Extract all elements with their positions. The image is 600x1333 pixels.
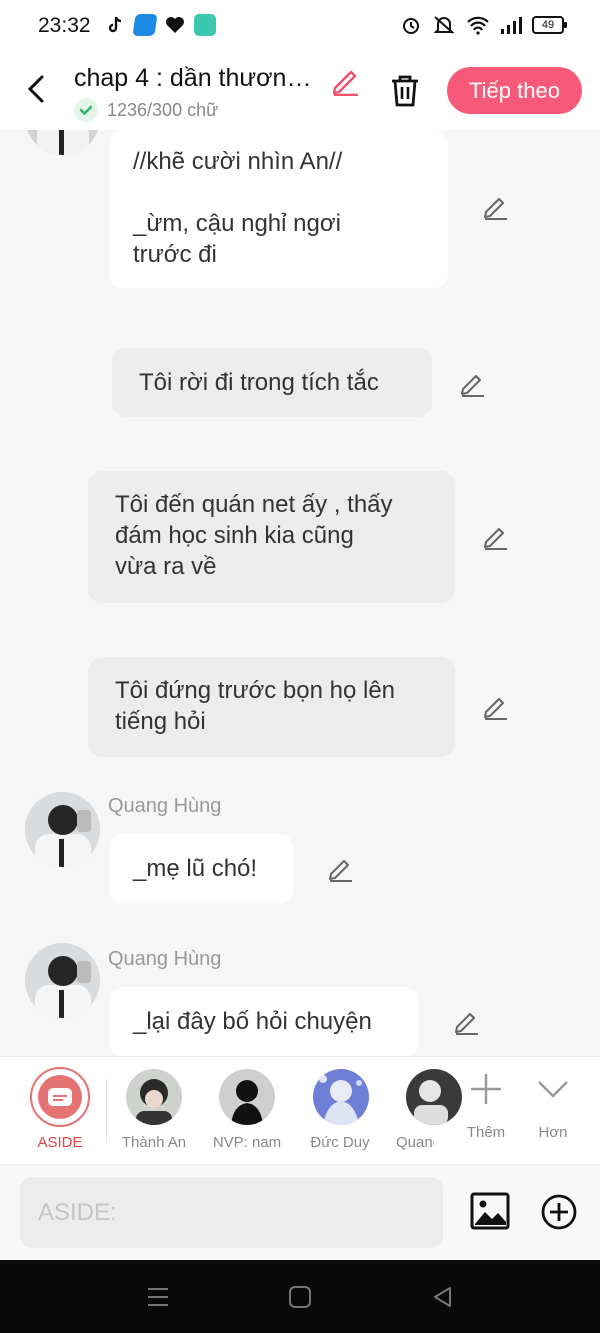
signal-icon [501,17,522,34]
message-text: //khẽ cười nhìn An// _ừm, cậu nghỉ ngơi … [133,148,343,268]
message-text: _mẹ lũ chó! [133,855,258,882]
image-icon[interactable] [470,1192,510,1230]
narration-bubble[interactable]: Tôi rời đi trong tích tắc [112,348,432,417]
character-name: Thành An [121,1134,187,1151]
edit-message-icon[interactable] [459,369,487,397]
expand-label: Hơn [538,1124,568,1141]
sender-name: Quang Hùng [108,795,222,817]
message-bubble[interactable]: //khẽ cười nhìn An// _ừm, cậu nghỉ ngơi … [109,130,448,288]
edit-title-icon[interactable] [330,64,362,96]
chat-area: //khẽ cười nhìn An// _ừm, cậu nghỉ ngơi … [0,130,600,1056]
chapter-title[interactable]: chap 4 : dần thương nhau [74,64,320,93]
status-time: 23:32 [38,14,91,37]
tiktok-icon [104,14,126,36]
menu-icon[interactable] [145,1284,171,1310]
chat-app-icon [194,14,216,36]
heart-app-icon [164,14,186,36]
character-avatar-nvp-nam[interactable] [219,1069,275,1125]
character-name: Đức Duy [310,1134,370,1151]
next-button[interactable]: Tiếp theo [447,67,582,114]
sender-name: Quang Hùng [108,948,222,970]
message-text: Tôi rời đi trong tích tắc [139,369,379,396]
mute-icon [433,16,455,34]
chapter-header: chap 4 : dần thương nhau 1236/300 chữ Ti… [0,52,600,130]
avatar[interactable] [25,943,100,1018]
battery-icon: 49 [532,16,567,34]
avatar[interactable] [25,792,100,867]
message-input[interactable] [20,1177,443,1248]
divider [106,1079,107,1143]
character-avatar-thanh-an[interactable] [126,1069,182,1125]
add-circle-icon[interactable] [540,1193,578,1231]
chevron-down-icon[interactable] [533,1069,573,1109]
message-text: Tôi đến quán net ấy , thấy đám học sinh … [115,491,393,580]
aside-button[interactable] [30,1067,90,1127]
message-text: Tôi đứng trước bọn họ lên tiếng hỏi [115,677,396,735]
status-app-icons [104,14,216,36]
wifi-icon [467,16,489,35]
edit-message-icon[interactable] [482,192,510,220]
edit-message-icon[interactable] [482,692,510,720]
aside-icon [38,1075,82,1119]
narration-bubble[interactable]: Tôi đến quán net ấy , thấy đám học sinh … [88,471,455,603]
character-name: Quang Hùng [396,1134,434,1151]
messenger-icon [132,14,158,36]
avatar [25,130,100,155]
character-avatar-duc-duy[interactable] [313,1069,369,1125]
alarm-icon [403,18,419,34]
home-icon[interactable] [287,1284,313,1310]
trash-icon[interactable] [388,72,422,108]
back-arrow-icon[interactable] [22,72,52,106]
check-icon [74,98,98,122]
edit-message-icon[interactable] [482,522,510,550]
status-bar: 23:32 49 [0,0,600,52]
message-bubble[interactable]: _mẹ lũ chó! [109,834,293,903]
navigation-bar [0,1260,600,1333]
back-triangle-icon[interactable] [430,1284,456,1310]
more-label: Thêm [466,1124,506,1141]
character-avatar-quang-hung[interactable] [406,1069,462,1125]
character-name: NVP: nam [212,1134,282,1151]
character-bar: ASIDE Thành An NVP: nam Đức Duy Quang Hù… [0,1056,600,1164]
message-text: _lại đây bố hỏi chuyện [133,1008,372,1035]
input-bar [0,1164,600,1260]
word-count: 1236/300 chữ [107,100,219,120]
edit-message-icon[interactable] [453,1007,481,1035]
aside-label: ASIDE [37,1134,83,1151]
plus-icon[interactable] [466,1069,506,1109]
narration-bubble[interactable]: Tôi đứng trước bọn họ lên tiếng hỏi [88,657,455,757]
message-bubble[interactable]: _lại đây bố hỏi chuyện [109,987,419,1056]
edit-message-icon[interactable] [327,854,355,882]
status-system-icons: 49 [400,14,567,36]
